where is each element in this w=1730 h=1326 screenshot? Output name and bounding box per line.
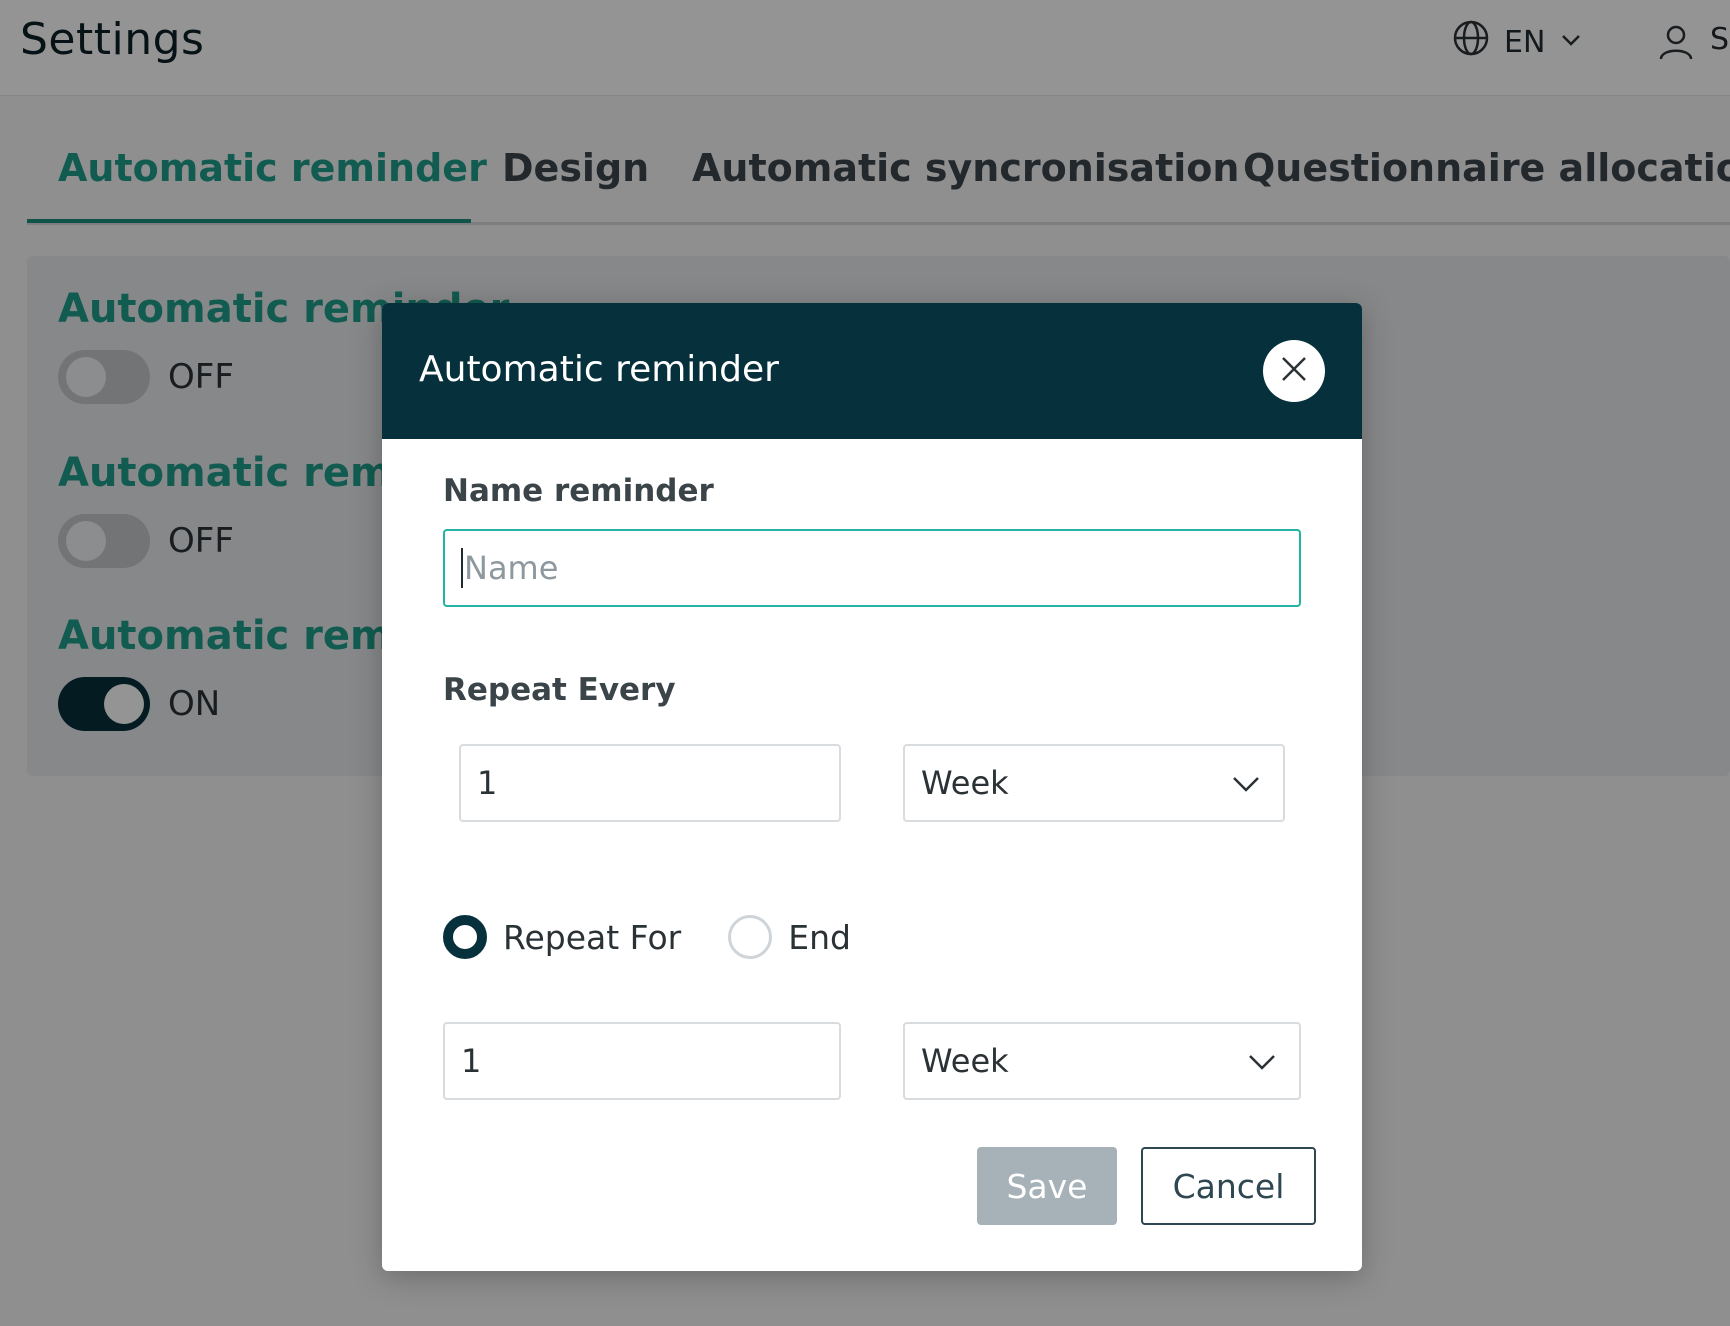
- repeat-for-unit-select[interactable]: Week: [903, 1022, 1301, 1100]
- close-button[interactable]: [1263, 340, 1325, 402]
- end-radio-label[interactable]: End: [788, 918, 851, 957]
- chevron-down-icon: [1247, 1042, 1277, 1080]
- repeat-every-unit-select[interactable]: Week: [903, 744, 1285, 822]
- repeat-every-unit-value: Week: [921, 764, 1009, 802]
- repeat-for-radio[interactable]: [443, 915, 487, 959]
- end-radio[interactable]: [728, 915, 773, 959]
- repeat-for-unit-value: Week: [921, 1042, 1009, 1080]
- cancel-button[interactable]: Cancel: [1141, 1147, 1316, 1225]
- repeat-for-value: 1: [461, 1042, 482, 1080]
- name-reminder-label: Name reminder: [443, 473, 714, 509]
- chevron-down-icon: [1231, 764, 1261, 802]
- repeat-every-label: Repeat Every: [443, 672, 676, 708]
- dialog-header: Automatic reminder: [382, 303, 1362, 439]
- repeat-for-radio-label[interactable]: Repeat For: [503, 918, 681, 957]
- repeat-every-value: 1: [477, 764, 498, 802]
- repeat-every-input[interactable]: 1: [459, 744, 841, 822]
- dialog-title: Automatic reminder: [419, 349, 779, 390]
- text-cursor: [461, 548, 463, 588]
- name-placeholder: Name: [464, 549, 559, 587]
- repeat-mode-radio-group: Repeat For End: [443, 915, 898, 959]
- name-reminder-input[interactable]: Name: [443, 529, 1301, 607]
- save-button[interactable]: Save: [977, 1147, 1117, 1225]
- repeat-for-input[interactable]: 1: [443, 1022, 841, 1100]
- close-icon: [1279, 354, 1309, 388]
- automatic-reminder-dialog: Automatic reminder Name reminder Name Re…: [382, 303, 1362, 1271]
